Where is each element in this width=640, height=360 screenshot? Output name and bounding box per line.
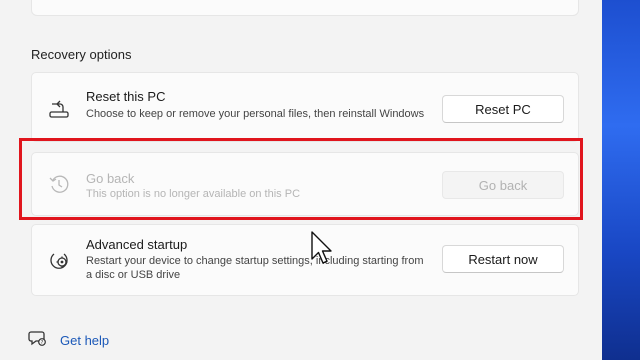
advanced-startup-title: Advanced startup <box>86 237 188 252</box>
reset-pc-description: Choose to keep or remove your personal f… <box>86 108 425 120</box>
advanced-startup-gear-icon <box>46 247 72 273</box>
red-highlight-box <box>19 138 583 220</box>
mouse-pointer-icon <box>311 231 335 272</box>
restart-now-button[interactable]: Restart now <box>442 245 564 273</box>
get-help-link[interactable]: ? Get help <box>28 328 109 353</box>
advanced-startup-description: Restart your device to change startup se… <box>86 255 424 281</box>
previous-settings-card <box>31 0 579 16</box>
reset-pc-card: Reset this PC Choose to keep or remove y… <box>31 72 579 142</box>
section-title: Recovery options <box>31 47 132 62</box>
help-chat-icon: ? <box>28 328 48 353</box>
reset-pc-button[interactable]: Reset PC <box>442 95 564 123</box>
get-help-label: Get help <box>60 333 110 348</box>
svg-text:?: ? <box>41 340 44 346</box>
advanced-startup-card: Advanced startup Restart your device to … <box>31 224 579 296</box>
reset-pc-title: Reset this PC <box>86 89 166 104</box>
reset-pc-icon <box>46 97 72 123</box>
desktop-background-strip <box>602 0 640 360</box>
